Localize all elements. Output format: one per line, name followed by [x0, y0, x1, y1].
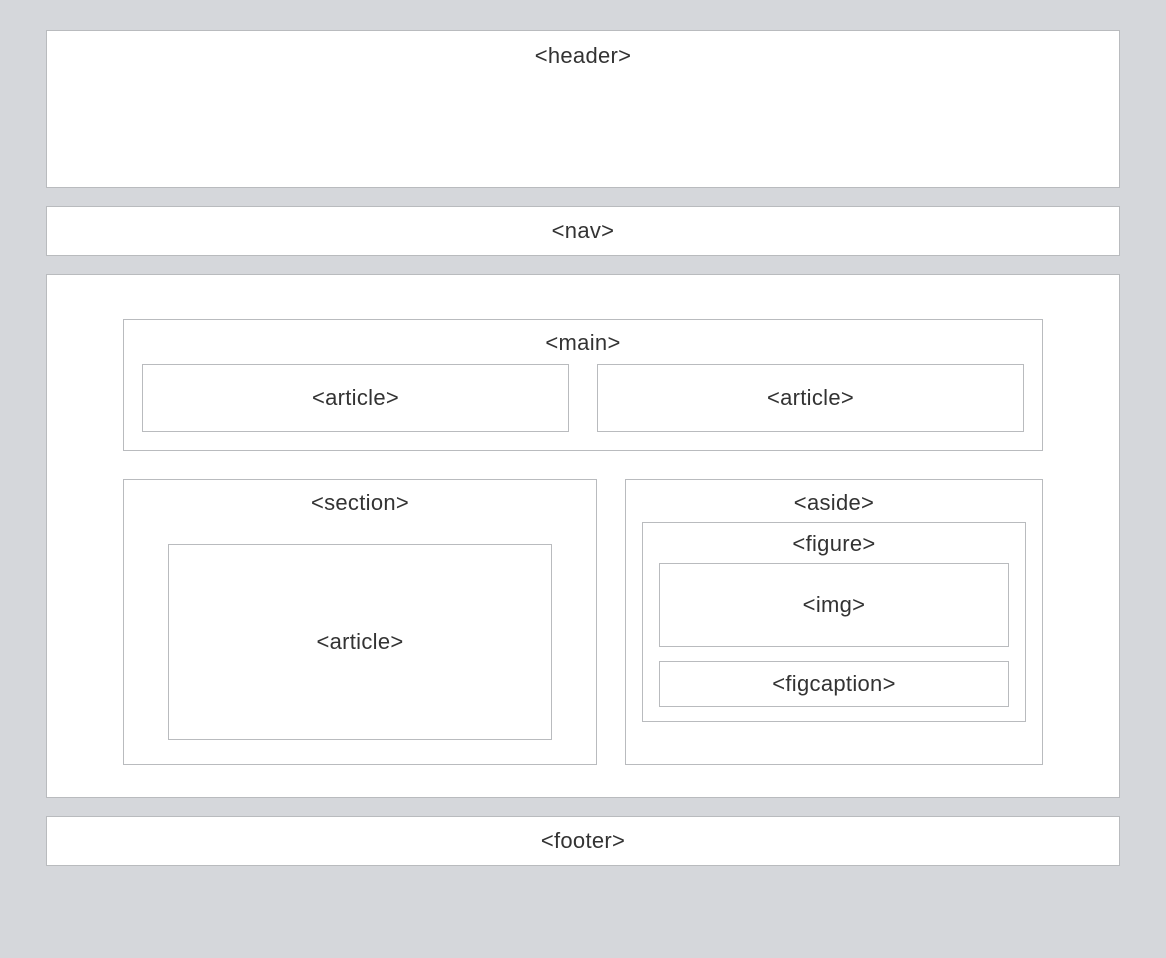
section-label: <section> — [168, 490, 552, 516]
aside-box: <aside> <figure> <img> <figcaption> — [625, 479, 1043, 765]
main-article-1-label: <article> — [312, 385, 399, 411]
main-articles-row: <article> <article> — [142, 364, 1024, 432]
header-box: <header> — [46, 30, 1120, 188]
img-box: <img> — [659, 563, 1009, 647]
content-container: <main> <article> <article> <section> <ar… — [46, 274, 1120, 798]
aside-label: <aside> — [642, 490, 1026, 516]
figure-label: <figure> — [659, 531, 1009, 557]
section-article: <article> — [168, 544, 552, 740]
nav-label: <nav> — [552, 218, 615, 244]
section-article-label: <article> — [316, 629, 403, 655]
main-article-2-label: <article> — [767, 385, 854, 411]
section-aside-row: <section> <article> <aside> <figure> <im… — [123, 479, 1043, 765]
figcaption-label: <figcaption> — [772, 671, 895, 697]
section-box: <section> <article> — [123, 479, 597, 765]
nav-box: <nav> — [46, 206, 1120, 256]
footer-box: <footer> — [46, 816, 1120, 866]
header-label: <header> — [47, 43, 1119, 69]
figcaption-box: <figcaption> — [659, 661, 1009, 707]
img-label: <img> — [803, 592, 866, 618]
main-article-1: <article> — [142, 364, 569, 432]
main-box: <main> <article> <article> — [123, 319, 1043, 451]
footer-label: <footer> — [541, 828, 625, 854]
figure-box: <figure> <img> <figcaption> — [642, 522, 1026, 722]
main-label: <main> — [142, 330, 1024, 356]
main-article-2: <article> — [597, 364, 1024, 432]
